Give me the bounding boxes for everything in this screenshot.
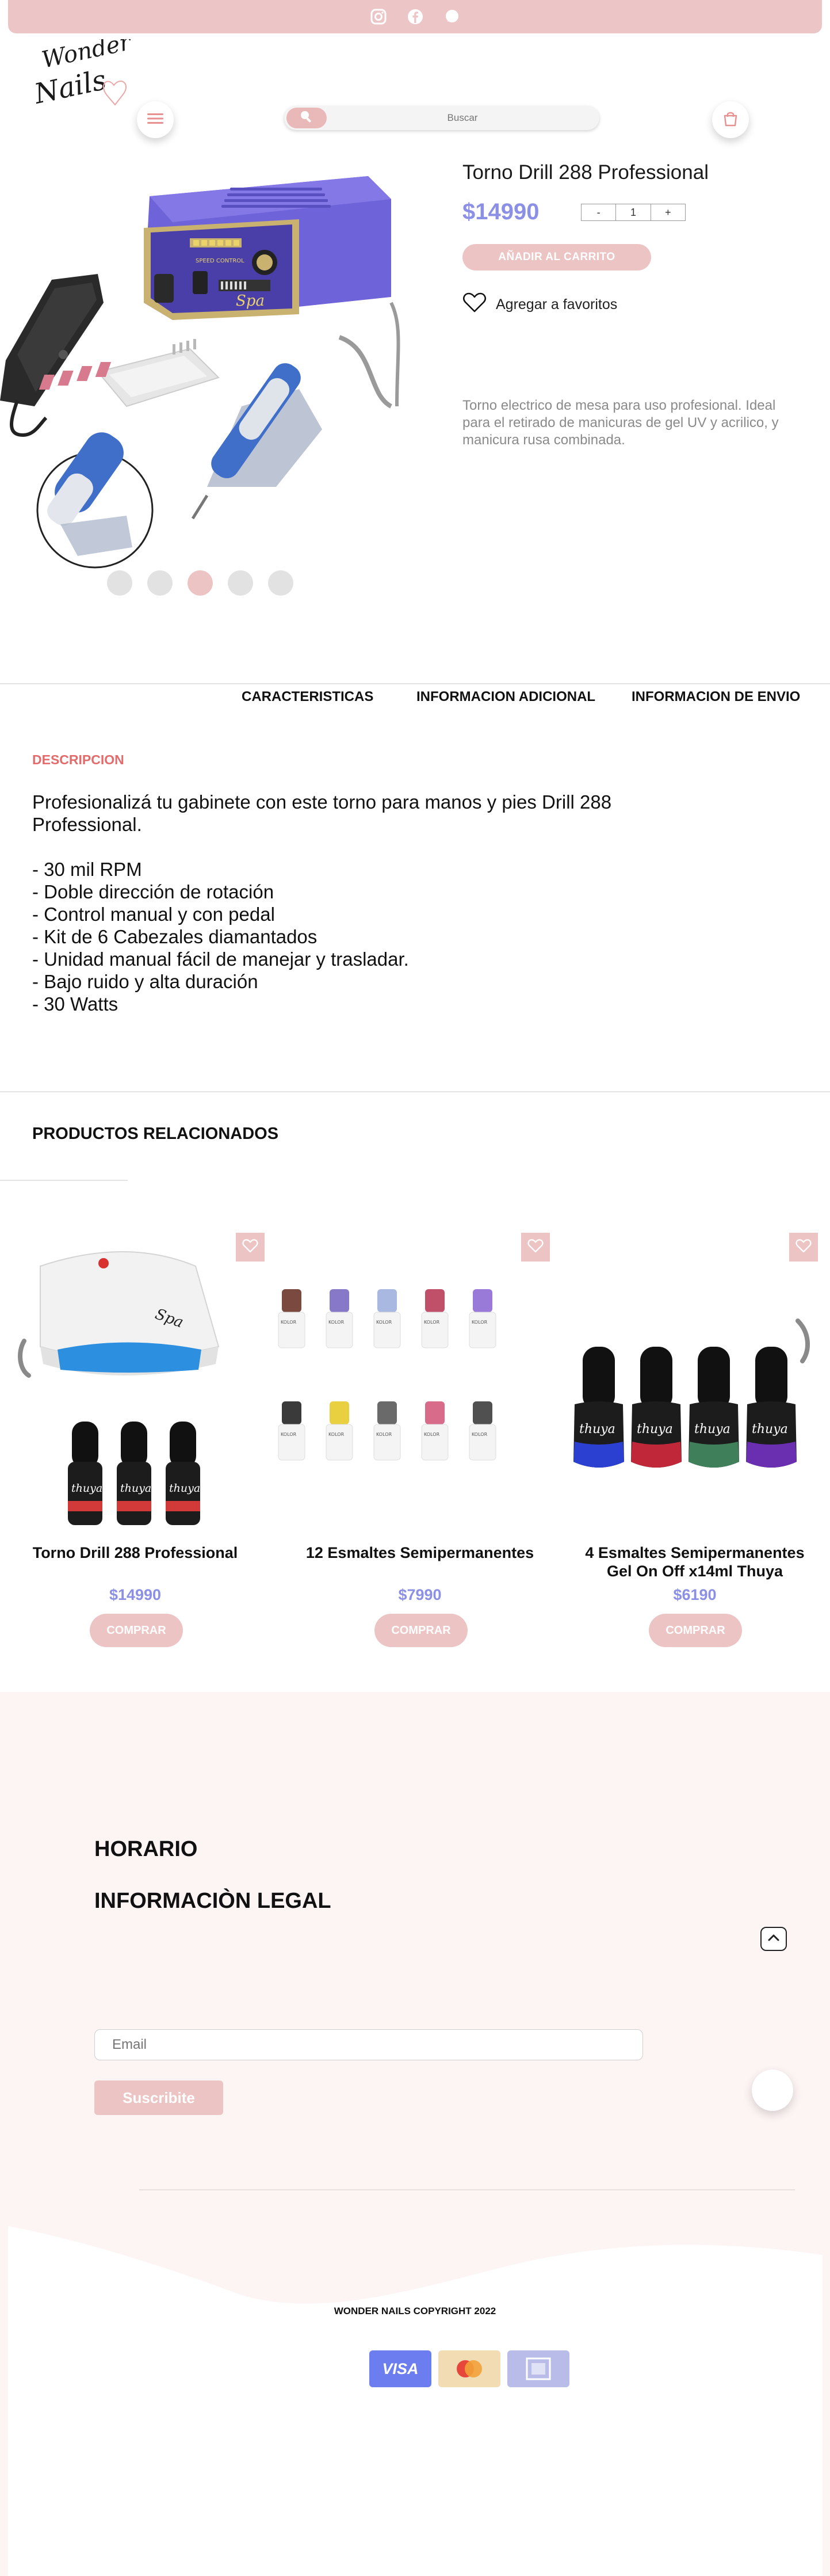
related-product-price: $7990	[398, 1586, 442, 1603]
buy-button[interactable]: COMPRAR	[649, 1614, 742, 1647]
tab-informacion-envio[interactable]: INFORMACION DE ENVIO	[632, 689, 800, 705]
heart-icon	[795, 1239, 812, 1256]
brand-logo[interactable]: Wonder Nails	[31, 29, 137, 120]
tab-caracteristicas[interactable]: CARACTERISTICAS	[242, 689, 373, 705]
buy-button[interactable]: COMPRAR	[90, 1614, 183, 1647]
related-products-title: PRODUCTOS RELACIONADOS	[32, 1125, 279, 1143]
quantity-decrease-button[interactable]: -	[582, 204, 617, 220]
drill-unit-image: SPEED CONTROL Spa	[144, 176, 391, 320]
heart-icon	[462, 292, 487, 317]
quantity-value[interactable]: 1	[616, 204, 651, 220]
instagram-icon[interactable]	[369, 7, 388, 26]
carousel-dot[interactable]	[228, 570, 253, 596]
svg-text:KOLOR: KOLOR	[472, 1320, 488, 1325]
visa-label: VISA	[382, 2360, 419, 2377]
email-field[interactable]	[94, 2029, 643, 2060]
shopping-bag-icon	[722, 110, 739, 130]
add-to-favorites-label: Agregar a favoritos	[496, 296, 618, 313]
heart-icon	[527, 1239, 544, 1256]
product-image[interactable]: SPEED CONTROL Spa	[0, 165, 420, 573]
product-short-description: Torno electrico de mesa para uso profesi…	[462, 398, 779, 448]
svg-text:KOLOR: KOLOR	[424, 1320, 440, 1325]
tabs-divider	[0, 683, 830, 684]
footer-divider	[139, 2189, 795, 2190]
svg-text:thuya: thuya	[637, 1422, 673, 1436]
scroll-top-button[interactable]	[760, 1927, 787, 1951]
description-body: Profesionalizá tu gabinete con este torn…	[32, 791, 612, 1015]
quantity-stepper: - 1 +	[581, 204, 686, 221]
carousel-dot[interactable]	[107, 570, 132, 596]
related-product-image[interactable]: thuya thuya thuya thuya	[572, 1232, 814, 1531]
svg-text:KOLOR: KOLOR	[281, 1320, 297, 1325]
image-carousel-dots	[107, 570, 293, 596]
search-icon	[299, 109, 314, 127]
product-title: Torno Drill 288 Professional	[462, 161, 709, 184]
related-product-price: $6190	[673, 1586, 717, 1603]
search-input[interactable]	[336, 109, 589, 127]
whatsapp-icon[interactable]	[443, 7, 461, 26]
tab-informacion-adicional[interactable]: INFORMACION ADICIONAL	[416, 689, 595, 705]
carousel-dot[interactable]	[268, 570, 293, 596]
product-price: $14990	[462, 199, 540, 224]
related-product-name[interactable]: 12 Esmaltes Semipermanentes	[299, 1544, 541, 1562]
search-button[interactable]	[286, 108, 327, 128]
menu-button[interactable]	[137, 101, 174, 138]
wishlist-button[interactable]	[789, 1233, 818, 1262]
visa-icon: VISA	[369, 2350, 431, 2387]
carousel-dot-active[interactable]	[188, 570, 213, 596]
search-bar	[284, 106, 599, 130]
footer-wave	[8, 2226, 823, 2576]
svg-text:KOLOR: KOLOR	[328, 1432, 345, 1437]
svg-text:KOLOR: KOLOR	[424, 1432, 440, 1437]
svg-text:thuya: thuya	[694, 1422, 730, 1436]
footer-horario-heading[interactable]: HORARIO	[94, 1837, 197, 1862]
heart-icon	[242, 1239, 258, 1256]
buy-button[interactable]: COMPRAR	[374, 1614, 468, 1647]
mastercard-icon	[438, 2350, 500, 2387]
footer-legal-heading[interactable]: INFORMACIÒN LEGAL	[94, 1889, 331, 1914]
hamburger-icon	[147, 113, 163, 127]
svg-text:KOLOR: KOLOR	[376, 1320, 392, 1325]
carousel-dot[interactable]	[147, 570, 173, 596]
svg-text:thuya: thuya	[71, 1482, 102, 1495]
svg-text:KOLOR: KOLOR	[328, 1320, 345, 1325]
floating-chat-button[interactable]	[752, 2070, 793, 2111]
wishlist-button[interactable]	[236, 1233, 265, 1262]
svg-text:thuya: thuya	[169, 1482, 200, 1495]
svg-text:thuya: thuya	[752, 1422, 788, 1436]
add-to-favorites[interactable]: Agregar a favoritos	[462, 292, 617, 317]
related-product-image[interactable]: Spa thuya thuya thuya	[17, 1232, 259, 1531]
description-title: DESCRIPCION	[32, 752, 124, 767]
svg-text:thuya: thuya	[120, 1482, 151, 1495]
amex-icon	[507, 2350, 569, 2387]
related-divider	[0, 1091, 830, 1092]
related-product-name[interactable]: 4 Esmaltes Semipermanentes Gel On Off x1…	[574, 1544, 816, 1580]
svg-text:thuya: thuya	[579, 1422, 615, 1436]
related-product-image[interactable]: KOLOR KOLOR KOLOR KOLOR KOLOR KOLOR KOLO…	[270, 1232, 512, 1531]
handpiece-image	[191, 302, 400, 520]
related-product-price: $14990	[109, 1586, 162, 1603]
copyright-text: WONDER NAILS COPYRIGHT 2022	[334, 2306, 496, 2316]
svg-text:KOLOR: KOLOR	[281, 1432, 297, 1437]
svg-text:KOLOR: KOLOR	[376, 1432, 392, 1437]
svg-text:SPEED CONTROL: SPEED CONTROL	[196, 258, 244, 264]
facebook-icon[interactable]	[406, 7, 424, 26]
social-bar	[8, 0, 822, 33]
related-product-name[interactable]: Torno Drill 288 Professional	[14, 1544, 256, 1562]
chevron-up-icon	[767, 1934, 780, 1945]
cart-button[interactable]	[712, 101, 749, 138]
foot-pedal-image	[0, 274, 104, 437]
zoom-detail-image	[36, 432, 154, 569]
svg-text:KOLOR: KOLOR	[472, 1432, 488, 1437]
add-to-cart-button[interactable]: AÑADIR AL CARRITO	[462, 244, 651, 270]
svg-text:Spa: Spa	[236, 292, 265, 310]
related-title-underline	[0, 1180, 128, 1181]
subscribe-button[interactable]: Suscribite	[94, 2080, 223, 2115]
wishlist-button[interactable]	[521, 1233, 550, 1262]
quantity-increase-button[interactable]: +	[651, 204, 685, 220]
